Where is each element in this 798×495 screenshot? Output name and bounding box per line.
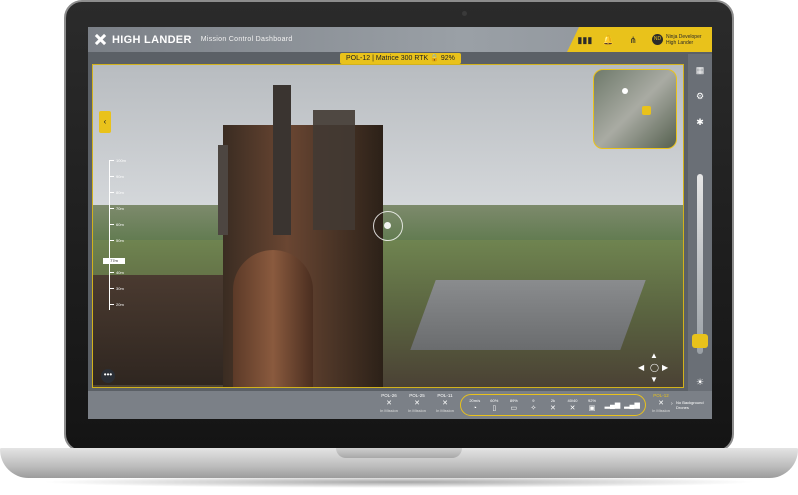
scale-label: 80m [116, 190, 124, 195]
stat-value: 20m/s [469, 397, 481, 403]
top-bar: HIGH LANDER Mission Control Dashboard ▮▮… [88, 27, 712, 52]
stat-rc: 92% ▣ [585, 398, 599, 413]
stat-distance: 2k ✕ [546, 398, 560, 413]
scale-label: 50m [116, 238, 124, 243]
collapse-panel-button[interactable]: ‹ [99, 111, 111, 133]
stat-link: ▂▄▆ [624, 401, 640, 410]
drone-status: In Mission [407, 408, 426, 413]
app-subtitle: Mission Control Dashboard [200, 36, 293, 43]
arrow-left-icon[interactable]: ◀ [638, 363, 644, 372]
scale-tick [109, 192, 114, 193]
arrow-down-icon[interactable]: ▼ [650, 375, 658, 384]
drone-position-icon [642, 106, 651, 115]
stat-battery: 60% ▯ [487, 398, 501, 413]
drone-slot[interactable]: POL-25 ✕ In Mission [404, 393, 430, 417]
link-icon: ▂▄▆ [624, 401, 640, 409]
stat-value: 40/40 [567, 397, 578, 403]
drone-slot[interactable]: POL-26 ✕ In Mission [376, 393, 402, 417]
speed-icon: ◔ [472, 404, 477, 412]
dashboard-screen: HIGH LANDER Mission Control Dashboard ▮▮… [88, 27, 712, 419]
notifications-icon[interactable]: 🔔 [602, 35, 614, 45]
settings-icon[interactable]: ⚙ [694, 90, 706, 102]
zoom-slider-knob[interactable] [692, 334, 708, 348]
video-roof [410, 280, 646, 350]
drone-slot[interactable]: POL-11 ✕ In Mission [432, 393, 458, 417]
drone-icon: ✕ [414, 400, 420, 407]
user-org: High Lander [665, 39, 694, 46]
right-toolbar: ▦ ⚙ ✱ ☀ [688, 54, 712, 394]
stat-storage: 89% ▭ [507, 398, 521, 413]
center-icon[interactable]: ◯ [650, 363, 659, 372]
chevron-right-icon[interactable]: › [671, 401, 673, 407]
scale-tick [109, 272, 114, 273]
video-feed[interactable]: ‹ 100m 90m 80m 70m 60m 50m 40m 30m 20m 7… [92, 64, 684, 388]
brand-name: HIGH LANDER [112, 33, 192, 46]
layers-icon[interactable]: ▦ [694, 64, 706, 76]
rc-icon: ▣ [588, 404, 596, 412]
scale-label: 100m [116, 158, 127, 163]
drone-icon: ✕ [386, 400, 392, 407]
altitude-scale: 100m 90m 80m 70m 60m 50m 40m 30m 20m 77m [103, 158, 133, 310]
header-actions: ▮▮▮ 🔔 ⋔ ND Ninja Developer High Lander [567, 27, 712, 52]
battery-icon: ▯ [492, 404, 497, 412]
arrow-up-icon[interactable]: ▲ [650, 351, 658, 360]
satellite-icon: ✧ [530, 404, 537, 412]
camera-dpad[interactable]: ▲ ▼ ◀ ▶ ◯ [638, 351, 669, 384]
current-altitude: 77m [103, 258, 125, 264]
laptop-mockup: HIGH LANDER Mission Control Dashboard ▮▮… [0, 0, 798, 495]
stat-signal: ▂▄▆ [604, 401, 621, 410]
stat-satellite: 9 ✧ [526, 398, 540, 413]
signal-icon[interactable]: ▮▮▮ [577, 35, 592, 45]
drone-status: In Mission [435, 408, 454, 413]
scale-label: 60m [116, 222, 124, 227]
minimap-pin-icon [622, 88, 628, 94]
video-tower [273, 85, 291, 235]
scale-label: 70m [116, 206, 124, 211]
gimbal-reticle[interactable] [373, 211, 403, 241]
stat-rotors: 40/40 ✕ [566, 398, 580, 413]
brightness-icon[interactable]: ☀ [694, 376, 706, 388]
scale-tick [109, 240, 114, 241]
video-dome [233, 250, 313, 387]
bottom-bar: POL-26 ✕ In Mission POL-25 ✕ In Mission … [88, 391, 712, 419]
video-stack [218, 145, 228, 235]
share-icon[interactable]: ⋔ [627, 35, 639, 45]
avatar: ND [651, 34, 663, 45]
more-options-button[interactable]: ••• [101, 369, 115, 383]
storage-icon: ▭ [510, 404, 518, 412]
scale-label: 20m [116, 302, 124, 307]
active-drone-status: In Mission [651, 408, 670, 413]
scale-label: 40m [116, 270, 124, 275]
scale-tick [109, 304, 114, 305]
minimap[interactable] [593, 69, 677, 149]
user-profile[interactable]: ND Ninja Developer High Lander [651, 33, 702, 46]
brand[interactable]: HIGH LANDER Mission Control Dashboard [94, 33, 293, 46]
arrow-right-icon[interactable]: ▶ [662, 363, 668, 372]
gimbal-settings-icon[interactable]: ✱ [694, 116, 706, 128]
scale-tick [109, 208, 114, 209]
scale-tick [109, 160, 114, 161]
stat-speed: 20m/s ◔ [468, 398, 482, 413]
drone-status: In Mission [379, 408, 398, 413]
camera-icon [462, 11, 467, 16]
scale-tick [109, 224, 114, 225]
drone-icon: ✕ [442, 400, 448, 407]
distance-icon: ✕ [550, 404, 556, 412]
scale-label: 90m [116, 174, 124, 179]
no-background-drones: No Background Drones [676, 400, 704, 410]
scale-tick [109, 288, 114, 289]
scale-tick [109, 176, 114, 177]
video-tower-frame [313, 110, 355, 230]
signal-icon: ▂▄▆ [604, 401, 621, 409]
highlander-logo-icon [94, 33, 107, 46]
user-name: Ninja Developer [665, 33, 702, 40]
zoom-slider[interactable] [697, 174, 703, 354]
laptop-notch [336, 448, 462, 458]
rotors-icon: ✕ [569, 404, 576, 412]
drone-label: POL-12 | Matrice 300 RTK 🔒 92% [340, 53, 461, 64]
telemetry-panel: 20m/s ◔ 60% ▯ 89% ▭ 9 ✧ 2k ✕ 40/40 ✕ 92% ▣ ▂▄▆ … [460, 394, 646, 416]
scale-label: 30m [116, 286, 124, 291]
